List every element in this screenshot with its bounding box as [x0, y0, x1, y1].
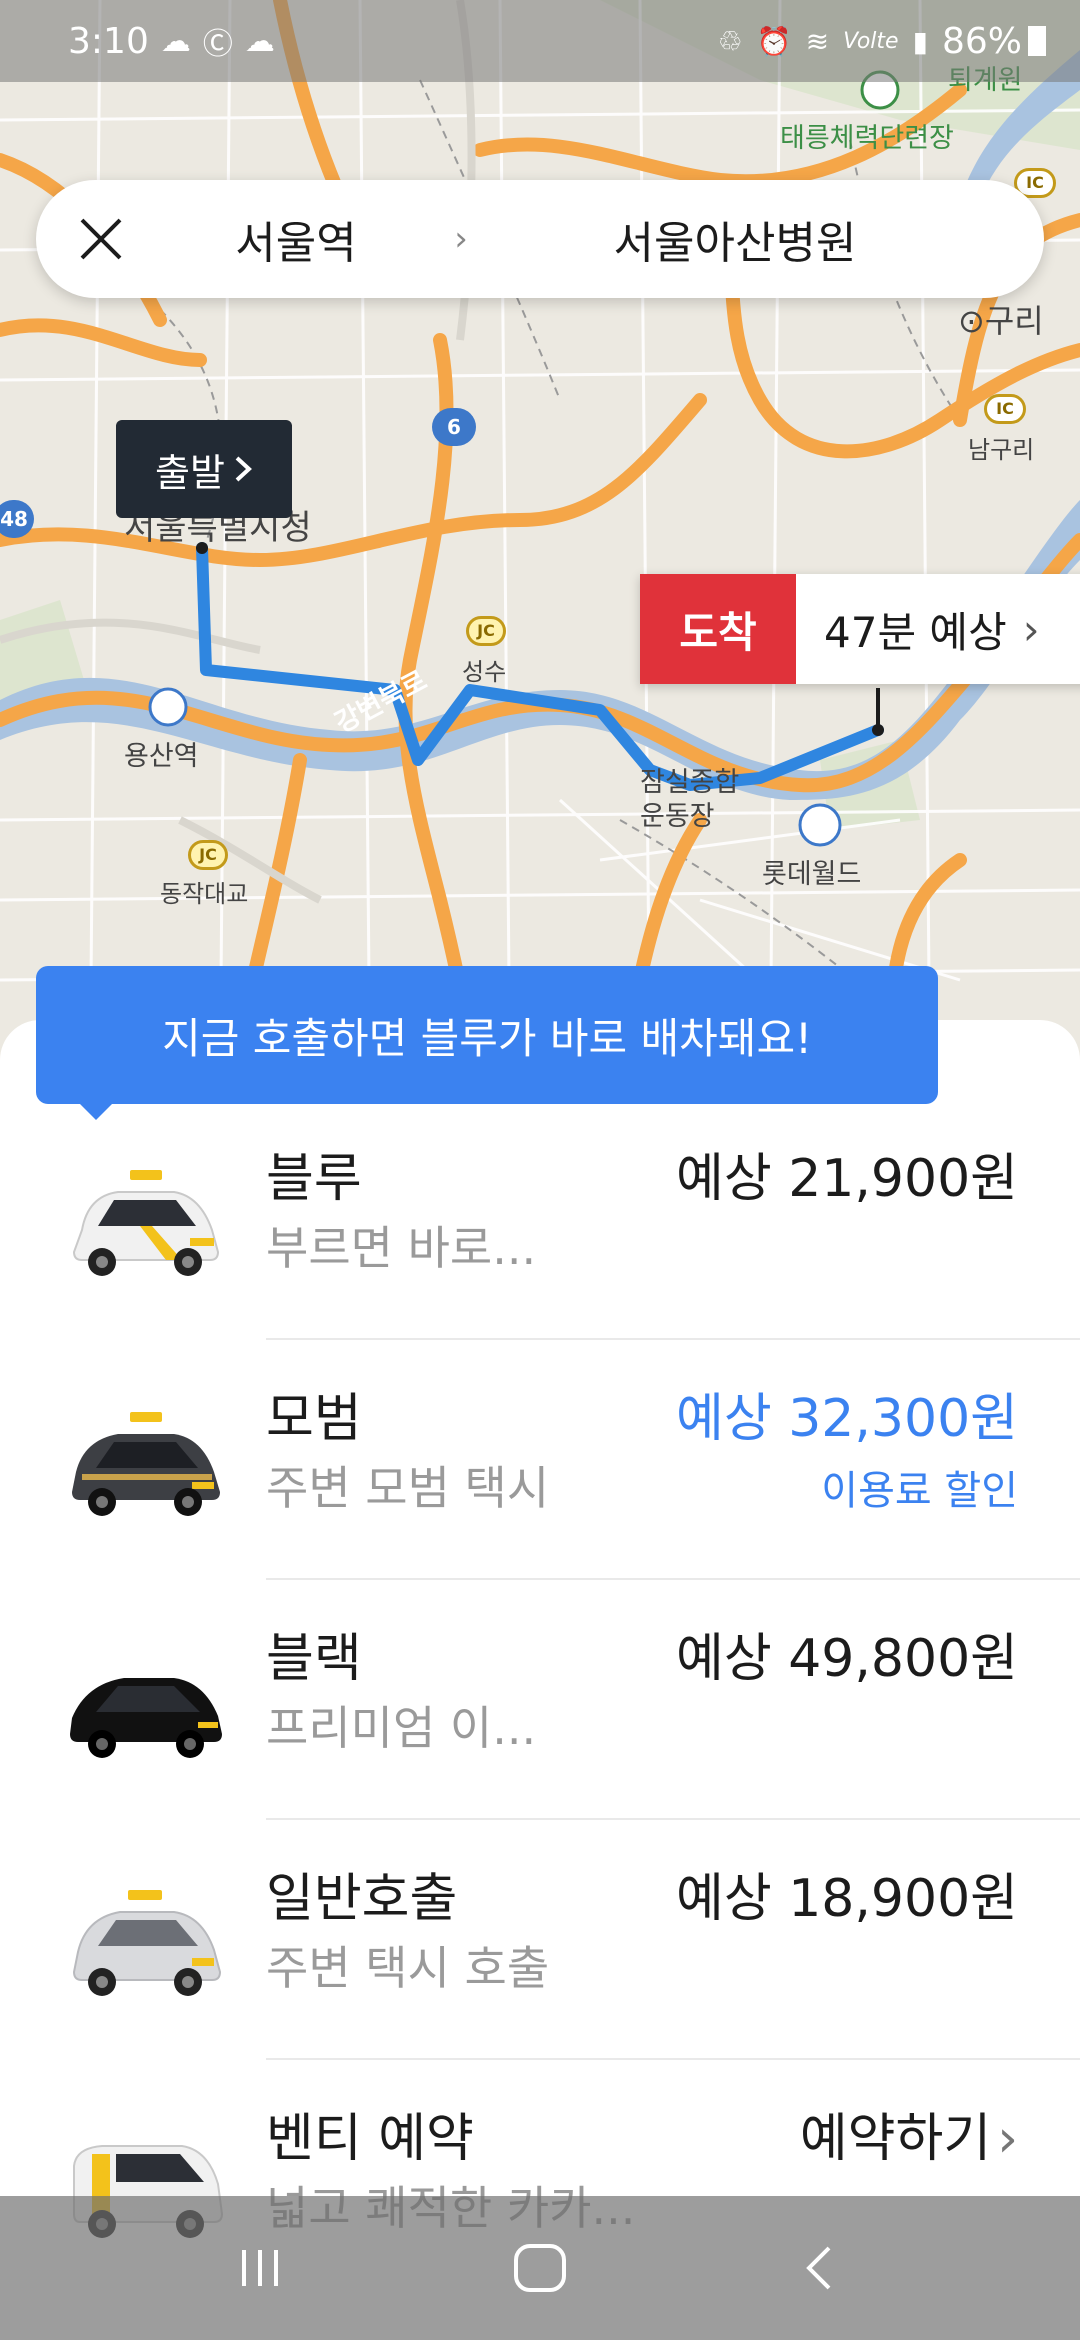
- route-shield-6: 6: [432, 408, 476, 446]
- status-time: 3:10: [68, 20, 149, 62]
- eta-label: 47분 예상: [824, 607, 1007, 657]
- status-bar: 3:10 ☁ Ⓒ ☁ ♲ ⏰ ≋ Volte ▮ 86%: [0, 0, 1080, 82]
- general-taxi-icon: [72, 1890, 222, 1996]
- arrival-marker[interactable]: 도착 47분 예상 ›: [640, 574, 1080, 684]
- ride-option-desc: 주변 모범 택시: [266, 1461, 550, 1515]
- chevron-right-icon: ›: [1022, 604, 1040, 654]
- back-button[interactable]: [770, 2218, 870, 2318]
- recent-apps-button[interactable]: [210, 2218, 310, 2318]
- promo-tooltip-tail: [76, 1100, 116, 1120]
- start-marker[interactable]: 출발: [116, 420, 292, 518]
- ride-option-name: 모범: [266, 1389, 362, 1449]
- close-button[interactable]: [36, 180, 166, 298]
- notification-icon: ☁: [160, 23, 191, 59]
- chevron-right-icon: ›: [997, 2109, 1018, 2169]
- jc-marker-seongsu: JC: [466, 616, 506, 646]
- map-label-seongsu: 성수: [462, 658, 507, 686]
- ride-option-black[interactable]: 블랙 프리미엄 이... 예상 49,800원: [0, 1580, 1080, 1820]
- c-app-icon: Ⓒ: [202, 27, 233, 62]
- discount-badge: 이용료 할인: [821, 1468, 1018, 1514]
- battery-percent: 86%: [941, 20, 1022, 62]
- blue-taxi-icon: [72, 1170, 220, 1276]
- ride-option-desc: 프리미엄 이...: [266, 1701, 537, 1755]
- home-icon: [514, 2244, 566, 2292]
- system-nav-bar: [0, 2196, 1080, 2340]
- ride-option-price: 예상 18,900원: [676, 1869, 1018, 1929]
- map-label-taereung: 태릉체력단련장: [780, 123, 954, 154]
- deluxe-taxi-icon: [72, 1412, 220, 1516]
- home-button[interactable]: [490, 2218, 590, 2318]
- ic-marker-guri: IC: [984, 394, 1026, 424]
- arrival-badge: 도착: [640, 574, 796, 684]
- recent-apps-icon: [242, 2250, 278, 2286]
- reserve-label: 예약하기: [799, 2109, 992, 2169]
- ride-option-name: 블랙: [266, 1629, 362, 1689]
- ride-option-price: 예상 21,900원: [676, 1149, 1018, 1209]
- recycle-icon: ♲: [717, 24, 743, 58]
- notification-icon: ☁: [244, 23, 275, 59]
- ride-option-mobeom[interactable]: 모범 주변 모범 택시 예상 32,300원 이용료 할인: [0, 1340, 1080, 1580]
- back-icon: [806, 2246, 831, 2290]
- ride-option-general[interactable]: 일반호출 주변 택시 호출 예상 18,900원: [0, 1820, 1080, 2060]
- jc-marker-dongjak: JC: [188, 840, 228, 870]
- chevron-right-icon: [235, 456, 252, 482]
- ride-option-desc: 부르면 바로...: [266, 1221, 537, 1275]
- black-car-icon: [70, 1678, 222, 1758]
- start-marker-label: 출발: [155, 450, 225, 495]
- battery-icon: [1028, 26, 1046, 56]
- signal-icon: ▮: [912, 24, 928, 58]
- reserve-link[interactable]: 예약하기 ›: [800, 2096, 1018, 2171]
- promo-tooltip: 지금 호출하면 블루가 바로 배차돼요!: [36, 966, 938, 1104]
- origin-field[interactable]: 서울역: [166, 207, 426, 271]
- ride-option-price: 예상 32,300원: [676, 1389, 1018, 1449]
- volte-label: Volte: [843, 28, 899, 54]
- wifi-icon: ≋: [805, 24, 830, 58]
- ride-option-name: 일반호출: [266, 1869, 458, 1929]
- close-icon: [80, 218, 122, 260]
- arrival-eta: 47분 예상 ›: [796, 574, 1080, 684]
- map-label-dongjak: 동작대교: [160, 880, 249, 908]
- ride-option-name: 블루: [266, 1149, 362, 1209]
- ride-option-name: 벤티 예약: [266, 2109, 474, 2169]
- map-label-guri: ⊙구리: [958, 302, 1044, 340]
- route-arrow-icon: ›: [454, 219, 468, 259]
- map-label-jamsil: 잠실종합 운동장: [640, 767, 740, 832]
- destination-field[interactable]: 서울아산병원: [496, 207, 1044, 271]
- route-bar: 서울역 › 서울아산병원: [36, 180, 1044, 298]
- map-label-namguri: 남구리: [968, 436, 1035, 464]
- map-view[interactable]: 퇴계원 태릉체력단련장 ⊙구리 남구리 서울특별시청 성수 용산역 동작대교 잠…: [0, 0, 1080, 1090]
- map-label-yongsan: 용산역: [124, 741, 199, 772]
- ride-option-price: 예상 49,800원: [676, 1629, 1018, 1689]
- map-label-lotte-world: 롯데월드: [762, 859, 862, 890]
- alarm-icon: ⏰: [756, 24, 792, 58]
- ride-option-desc: 주변 택시 호출: [266, 1941, 550, 1995]
- status-right: ♲ ⏰ ≋ Volte ▮ 86%: [718, 21, 1046, 62]
- ride-option-blue[interactable]: 블루 부르면 바로... 예상 21,900원: [0, 1100, 1080, 1340]
